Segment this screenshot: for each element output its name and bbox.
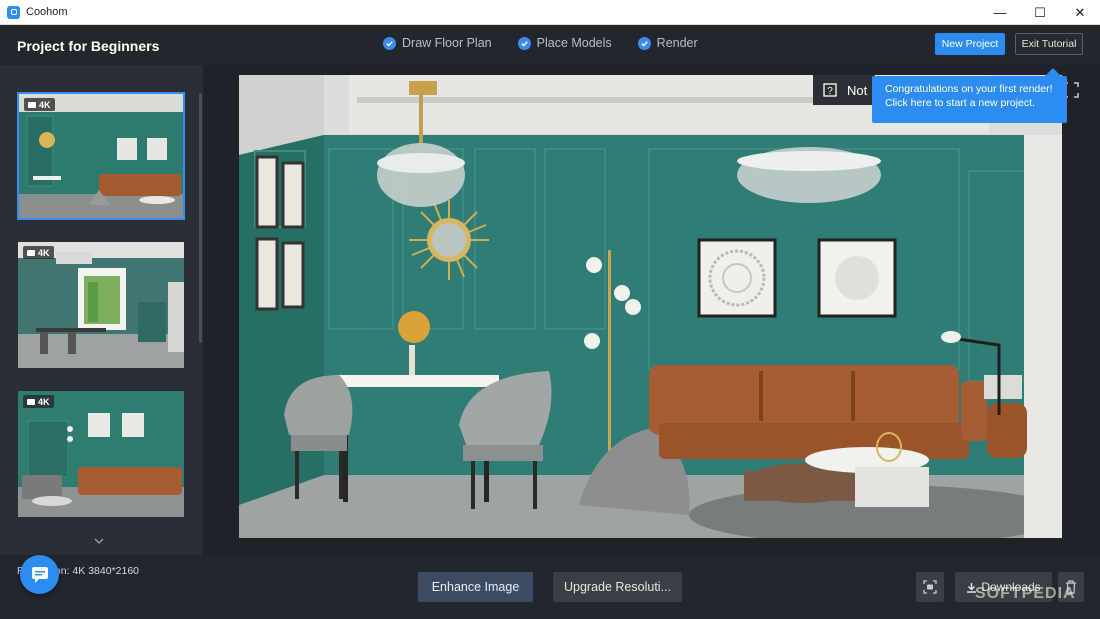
resolution-badge: 4K: [23, 395, 54, 408]
app-logo-icon: [7, 5, 20, 19]
step-label: Place Models: [536, 36, 612, 50]
tooltip-line-1: Congratulations on your first render!: [885, 83, 1053, 95]
render-thumbnail[interactable]: 4K: [17, 92, 185, 220]
badge-label: 4K: [39, 99, 51, 110]
sidebar-scrollbar[interactable]: [199, 93, 202, 343]
living-room-render: [239, 75, 1062, 538]
watermark: SOFTPEDIA: [975, 585, 1076, 602]
render-thumbnail-image: [18, 242, 184, 368]
step-render[interactable]: Render: [637, 36, 698, 50]
resolution-badge: 4K: [24, 98, 55, 111]
check-icon: [637, 36, 651, 50]
camera-icon: [27, 249, 35, 256]
camera-icon: [27, 398, 35, 405]
render-thumbnail-list[interactable]: 4K 4K 4K: [0, 65, 203, 555]
enhance-image-button[interactable]: Enhance Image: [418, 572, 533, 602]
badge-label: 4K: [38, 396, 50, 407]
window-controls: — ☐ ✕: [980, 0, 1100, 25]
minimize-button[interactable]: —: [980, 0, 1020, 25]
camera-icon: [28, 101, 36, 108]
chat-support-button[interactable]: [20, 555, 59, 594]
render-preview-image[interactable]: [239, 75, 1062, 538]
progress-steps: Draw Floor Plan Place Models Render: [383, 36, 724, 50]
check-icon: [383, 36, 396, 50]
feedback-label: Not: [847, 82, 868, 98]
badge-label: 4K: [38, 247, 50, 258]
tooltip-line-2: Click here to start a new project.: [885, 97, 1035, 109]
feedback-button[interactable]: ? Not: [813, 75, 875, 105]
svg-text:?: ?: [827, 86, 833, 97]
new-project-tooltip[interactable]: Congratulations on your first render! Cl…: [872, 76, 1067, 123]
chat-icon: [31, 566, 48, 583]
header-bar: Project for Beginners Draw Floor Plan Pl…: [0, 25, 1100, 65]
project-title: Project for Beginners: [17, 38, 160, 54]
camera-icon: [923, 580, 937, 594]
exit-tutorial-button[interactable]: Exit Tutorial: [1015, 33, 1083, 55]
new-project-button[interactable]: New Project: [935, 33, 1005, 55]
maximize-button[interactable]: ☐: [1020, 0, 1060, 25]
step-label: Render: [656, 36, 698, 50]
render-thumbnail[interactable]: 4K: [17, 241, 185, 369]
resolution-badge: 4K: [23, 246, 54, 259]
upgrade-resolution-button[interactable]: Upgrade Resoluti...: [553, 572, 682, 602]
app-title: Coohom: [26, 6, 68, 18]
render-thumbnail-image: [19, 94, 183, 218]
render-thumbnail[interactable]: 4K: [17, 390, 185, 518]
step-draw-floor-plan[interactable]: Draw Floor Plan: [383, 36, 492, 50]
check-icon: [517, 36, 531, 50]
question-icon: ?: [823, 83, 837, 97]
bottom-toolbar: Resolution: 4K 3840*2160 Enhance Image U…: [0, 555, 1100, 619]
tooltip-arrow: [1045, 68, 1061, 76]
step-place-models[interactable]: Place Models: [517, 36, 612, 50]
camera-button[interactable]: [916, 572, 944, 602]
window-titlebar: Coohom — ☐ ✕: [0, 0, 1100, 25]
close-button[interactable]: ✕: [1060, 0, 1100, 25]
render-thumbnail-image: [18, 391, 184, 517]
chevron-down-icon[interactable]: [94, 533, 104, 547]
step-label: Draw Floor Plan: [402, 36, 492, 50]
